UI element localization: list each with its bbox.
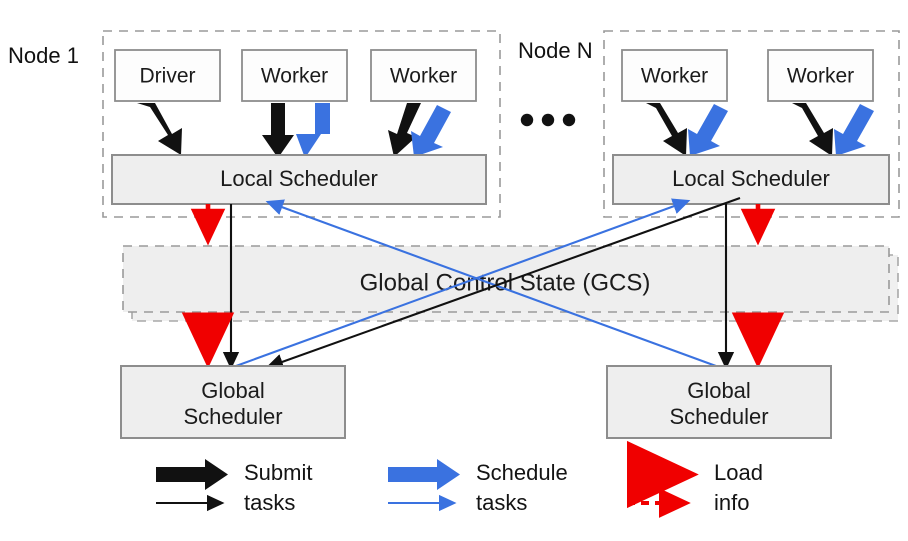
legend-label-line1: Load [714, 460, 763, 485]
edge-local-scheduler-n-to-worker1 [688, 104, 728, 156]
process-box-worker1-node1: Worker [241, 49, 348, 102]
local-scheduler-label: Local Scheduler [220, 166, 378, 191]
global-scheduler-label-line2: Scheduler [183, 404, 282, 429]
process-box-worker2-node1: Worker [370, 49, 477, 102]
global-scheduler-label-line1: Global [201, 378, 265, 403]
process-box-label: Worker [261, 65, 328, 88]
edge-local-scheduler-n-to-worker2 [834, 104, 874, 156]
edge-worker1-to-local-scheduler-1 [262, 103, 294, 158]
edge-worker2-to-local-scheduler-n [792, 103, 833, 156]
process-box-label: Driver [140, 65, 196, 88]
process-box-driver-node1: Driver [114, 49, 221, 102]
local-scheduler-nodeN: Local Scheduler [612, 154, 890, 205]
process-box-label: Worker [390, 65, 457, 88]
legend-label-line1: Schedule [476, 460, 568, 485]
global-scheduler-right: Global Scheduler [606, 365, 832, 439]
legend-item-load-info: Load info [626, 440, 763, 518]
process-box-worker1-nodeN: Worker [621, 49, 728, 102]
edge-driver-to-local-scheduler-1 [137, 103, 182, 155]
global-scheduler-label-line1: Global [687, 378, 751, 403]
global-scheduler-label-line2: Scheduler [669, 404, 768, 429]
thick-arrow-right-icon [388, 459, 460, 490]
local-scheduler-node1: Local Scheduler [111, 154, 487, 205]
legend-label-line1: Submit [244, 460, 312, 485]
legend: Submit tasks Schedule tasks Load info [156, 440, 763, 518]
thick-arrow-right-icon [156, 459, 228, 490]
legend-label-line2: tasks [476, 490, 527, 515]
node-n-label: Node N [518, 38, 593, 63]
legend-label-line2: info [714, 490, 749, 515]
legend-item-schedule-tasks: Schedule tasks [388, 459, 568, 515]
process-box-worker2-nodeN: Worker [767, 49, 874, 102]
local-scheduler-label: Local Scheduler [672, 166, 830, 191]
nodes-ellipsis-icon [520, 113, 576, 127]
process-box-label: Worker [641, 65, 708, 88]
node-1-label: Node 1 [8, 43, 79, 68]
legend-item-submit-tasks: Submit tasks [156, 459, 312, 515]
edge-worker1-to-local-scheduler-n [646, 103, 687, 156]
edge-local-scheduler-1-to-worker1 [296, 103, 330, 158]
legend-label-line2: tasks [244, 490, 295, 515]
edge-local-scheduler-1-to-worker2 [411, 105, 451, 157]
global-scheduler-left: Global Scheduler [120, 365, 346, 439]
process-box-label: Worker [787, 65, 854, 88]
architecture-diagram: Node 1 Node N Driver Worker Worker Worke… [0, 0, 908, 541]
